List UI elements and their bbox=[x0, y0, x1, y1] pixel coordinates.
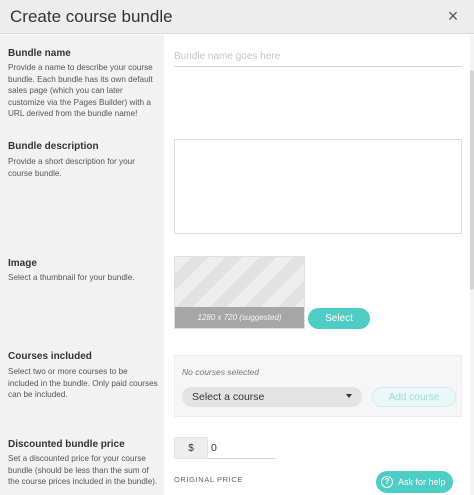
courses-label: Courses included bbox=[8, 351, 92, 362]
bundle-description-label: Bundle description bbox=[8, 141, 99, 152]
chevron-down-icon bbox=[346, 394, 352, 398]
ask-for-help-button[interactable]: ? Ask for help bbox=[376, 471, 453, 493]
help-icon: ? bbox=[381, 476, 393, 488]
modal-title: Create course bundle bbox=[10, 6, 173, 26]
bundle-name-description: Provide a name to describe your course b… bbox=[8, 63, 153, 118]
course-select-dropdown[interactable]: Select a course bbox=[182, 387, 362, 407]
close-icon[interactable]: × bbox=[444, 7, 462, 25]
bundle-name-label: Bundle name bbox=[8, 48, 71, 59]
bundle-description-help: Provide a short description for your cou… bbox=[8, 157, 135, 178]
modal-header: Create course bundle × bbox=[0, 0, 474, 34]
image-label: Image bbox=[8, 258, 37, 269]
original-price-label: ORIGINAL PRICE bbox=[174, 475, 243, 484]
add-course-button[interactable]: Add course bbox=[372, 387, 456, 407]
scrollbar-thumb[interactable] bbox=[470, 70, 474, 290]
thumbnail-placeholder: 1280 x 720 (suggested) bbox=[174, 256, 305, 329]
thumbnail-caption: 1280 x 720 (suggested) bbox=[175, 307, 304, 328]
ask-for-help-label: Ask for help bbox=[398, 477, 446, 487]
currency-symbol: $ bbox=[174, 437, 208, 459]
image-description: Select a thumbnail for your bundle. bbox=[8, 273, 135, 282]
price-description: Set a discounted price for your course b… bbox=[8, 454, 158, 486]
bundle-description-textarea[interactable] bbox=[174, 139, 462, 234]
courses-panel: No courses selected Select a course Add … bbox=[174, 355, 462, 417]
bundle-name-input[interactable] bbox=[174, 47, 462, 67]
select-image-button[interactable]: Select bbox=[308, 308, 370, 329]
courses-description: Select two or more courses to be include… bbox=[8, 367, 158, 399]
no-courses-text: No courses selected bbox=[182, 367, 260, 377]
price-input[interactable] bbox=[208, 437, 276, 459]
course-select-value: Select a course bbox=[192, 391, 265, 403]
price-label: Discounted bundle price bbox=[8, 439, 125, 450]
